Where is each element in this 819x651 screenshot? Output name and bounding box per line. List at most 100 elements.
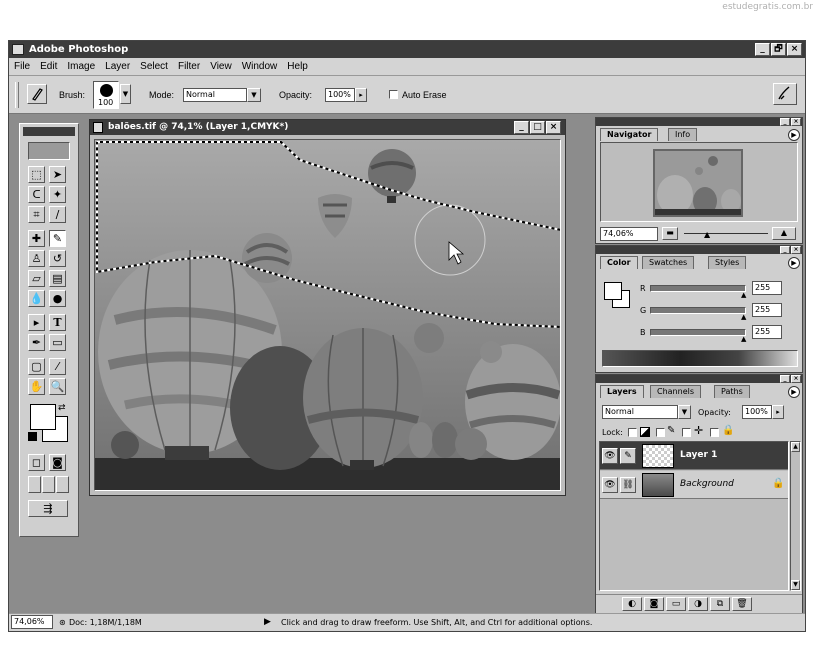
blur-tool-icon[interactable]: 💧 [28,290,45,307]
layer-opacity-input[interactable]: 100% [742,405,772,419]
layer-row-background[interactable]: 👁 ⛓ Background 🔒 [600,471,788,499]
mode-select[interactable]: Normal [183,88,247,102]
menu-layer[interactable]: Layer [100,58,135,76]
menu-image[interactable]: Image [62,58,100,76]
layer-1-name[interactable]: Layer 1 [680,450,717,460]
layers-panel-title-bar[interactable] [596,375,802,383]
menu-edit[interactable]: Edit [35,58,62,76]
navigator-zoom-input[interactable]: 74,06% [600,227,658,241]
lock-transparency-checkbox[interactable] [628,428,637,437]
new-adjustment-layer-icon[interactable]: ◑ [688,597,708,611]
tab-layers[interactable]: Layers [600,385,644,398]
color-menu-arrow-icon[interactable]: ▶ [788,257,800,269]
balloons-photo[interactable] [95,140,561,491]
type-tool-icon[interactable]: T [49,314,66,331]
jump-to-imageready-icon[interactable]: ⇶ [28,500,68,517]
color-foreground-swatch[interactable] [604,282,622,300]
layer-blend-mode-select[interactable]: Normal [602,405,678,419]
opacity-input[interactable]: 100% [325,88,355,102]
restore-button[interactable]: 🗗 [771,43,786,56]
tab-channels[interactable]: Channels [650,385,702,398]
zoom-in-icon[interactable]: ▲ [772,227,796,240]
marquee-tool-icon[interactable]: ⬚ [28,166,45,183]
swap-colors-icon[interactable]: ⇄ [58,403,66,413]
layer-blend-mode-arrow[interactable]: ▼ [678,405,691,419]
background-thumbnail[interactable] [642,473,674,497]
foreground-color-swatch[interactable] [30,404,56,430]
standard-screen-mode-icon[interactable] [28,476,41,493]
rectangle-tool-icon[interactable]: ▭ [49,334,66,351]
eyedropper-tool-icon[interactable]: ⁄ [49,358,66,375]
add-layer-mask-icon[interactable]: ◙ [644,597,664,611]
toolbox-title-bar[interactable] [23,127,75,136]
zoom-out-icon[interactable]: ▬ [662,227,678,240]
menu-select[interactable]: Select [135,58,173,76]
new-layer-icon[interactable]: ⧉ [710,597,730,611]
tab-navigator[interactable]: Navigator [600,128,659,141]
slice-tool-icon[interactable]: ∕ [49,206,66,223]
eraser-tool-icon[interactable]: ▱ [28,270,45,287]
navigator-close-button[interactable]: × [791,118,801,126]
color-g-slider-thumb[interactable]: ▲ [741,313,746,321]
color-b-slider[interactable] [650,329,746,336]
color-b-input[interactable]: 255 [752,325,782,339]
auto-erase-checkbox[interactable] [389,90,398,99]
color-r-slider-thumb[interactable]: ▲ [741,291,746,299]
menu-view[interactable]: View [205,58,237,76]
doc-minimize-button[interactable]: _ [514,121,529,134]
tab-swatches[interactable]: Swatches [642,256,695,269]
opacity-slider-arrow[interactable]: ▸ [355,88,367,102]
crop-tool-icon[interactable]: ⌗ [28,206,45,223]
hand-tool-icon[interactable]: ✋ [28,378,45,395]
navigator-zoom-slider-thumb[interactable]: ▲ [704,230,710,239]
magic-wand-tool-icon[interactable]: ✦ [49,186,66,203]
color-panel-title-bar[interactable] [596,246,802,254]
layers-menu-arrow-icon[interactable]: ▶ [788,386,800,398]
navigator-zoom-slider[interactable] [684,233,768,234]
full-screen-menu-mode-icon[interactable] [42,476,55,493]
layer-1-visibility-eye-icon[interactable]: 👁 [602,448,618,464]
history-brush-tool-icon[interactable]: ↺ [49,250,66,267]
layer-1-brush-icon[interactable]: ✎ [620,448,636,464]
color-r-slider[interactable] [650,285,746,292]
close-button[interactable]: × [787,43,802,56]
status-menu-arrow-icon[interactable]: ▶ [264,614,271,631]
navigator-minimize-button[interactable]: _ [780,118,790,126]
lasso-tool-icon[interactable]: ᑕ [28,186,45,203]
status-zoom-input[interactable]: 74,06% [11,615,53,629]
tab-color[interactable]: Color [600,256,638,269]
background-layer-name[interactable]: Background [680,479,734,489]
standard-mode-icon[interactable]: ◻ [28,454,45,471]
layers-scrollbar[interactable]: ▲ ▼ [790,441,801,591]
quick-mask-mode-icon[interactable]: ◙ [49,454,66,471]
mode-dropdown-arrow[interactable]: ▼ [247,88,261,102]
menu-filter[interactable]: Filter [173,58,205,76]
gradient-tool-icon[interactable]: ▤ [49,270,66,287]
lock-position-checkbox[interactable] [682,428,691,437]
brush-dropdown-arrow[interactable]: ▼ [120,84,131,104]
zoom-tool-icon[interactable]: 🔍 [49,378,66,395]
color-g-slider[interactable] [650,307,746,314]
tab-styles[interactable]: Styles [708,256,747,269]
tool-preset-button[interactable] [27,84,47,104]
full-screen-mode-icon[interactable] [56,476,69,493]
new-layer-set-icon[interactable]: ▭ [666,597,686,611]
move-tool-icon[interactable]: ➤ [49,166,66,183]
clone-stamp-tool-icon[interactable]: ♙ [28,250,45,267]
path-selection-tool-icon[interactable]: ▸ [28,314,45,331]
minimize-button[interactable]: _ [755,43,770,56]
adobe-online-logo[interactable] [28,142,70,160]
healing-brush-tool-icon[interactable]: ✚ [28,230,45,247]
color-g-input[interactable]: 255 [752,303,782,317]
color-ramp[interactable] [602,350,798,367]
tab-info[interactable]: Info [668,128,698,141]
background-visibility-eye-icon[interactable]: 👁 [602,477,618,493]
color-minimize-button[interactable]: _ [780,246,790,254]
layers-minimize-button[interactable]: _ [780,375,790,383]
default-colors-icon[interactable] [28,432,37,441]
menu-help[interactable]: Help [282,58,313,76]
tab-paths[interactable]: Paths [714,385,750,398]
lock-image-checkbox[interactable] [656,428,665,437]
brush-preview[interactable]: 100 [93,81,119,109]
image-canvas[interactable] [94,139,561,491]
